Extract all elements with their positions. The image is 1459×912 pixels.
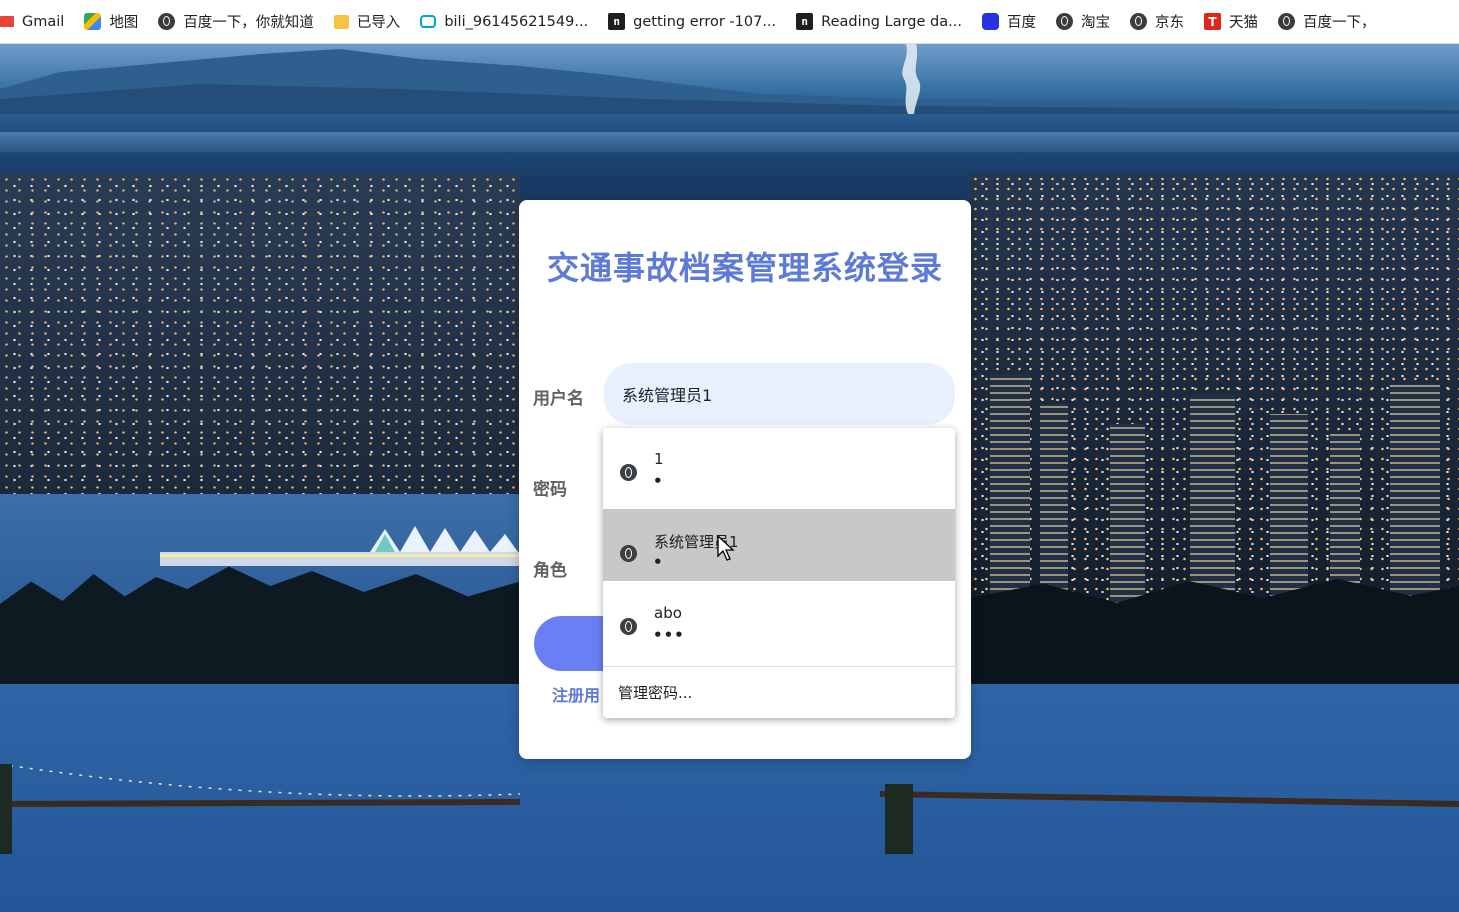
globe-icon xyxy=(1055,13,1073,30)
tmall-icon: T xyxy=(1203,13,1221,30)
globe-icon xyxy=(620,545,637,562)
far-bay xyxy=(0,132,1459,152)
autofill-username: 1 xyxy=(654,450,664,468)
bookmark-label: 天猫 xyxy=(1228,15,1258,31)
bookmark-label: 百度 xyxy=(1006,15,1036,31)
autofill-password-mask: • xyxy=(653,472,664,490)
globe-icon xyxy=(1277,13,1295,30)
bookmark-label: bili_96145621549... xyxy=(444,13,589,30)
autofill-password-mask: ••• xyxy=(653,626,685,644)
dropdown-divider xyxy=(603,666,955,667)
bilibili-icon xyxy=(420,15,437,28)
manage-passwords-link[interactable]: 管理密码... xyxy=(618,682,692,703)
bookmark-label: 百度一下，你就知道 xyxy=(183,15,314,31)
bookmark-baidu-search[interactable]: 百度一下，你就知道 xyxy=(149,0,325,43)
maps-icon xyxy=(84,13,102,30)
mouse-cursor-icon xyxy=(717,535,735,561)
folder-icon xyxy=(333,14,349,29)
n-logo-icon: n xyxy=(608,13,626,30)
bookmark-maps[interactable]: 地图 xyxy=(75,0,149,43)
autofill-username: abo xyxy=(654,604,682,622)
mountains xyxy=(0,49,1459,114)
bookmark-label: 淘宝 xyxy=(1080,15,1110,31)
bookmark-tmall[interactable]: T 天猫 xyxy=(1195,0,1269,43)
canada-place-sails xyxy=(160,526,520,566)
city-skyline-right xyxy=(970,174,1459,604)
smoke-plume xyxy=(902,44,921,114)
city-lights-left xyxy=(0,174,520,544)
globe-icon xyxy=(158,13,176,30)
username-value: 系统管理员1 xyxy=(622,386,713,405)
username-input[interactable]: 系统管理员1 xyxy=(604,363,955,425)
password-label: 密码 xyxy=(533,480,567,500)
bookmark-taobao[interactable]: 淘宝 xyxy=(1047,0,1121,43)
role-label: 角色 xyxy=(533,561,567,581)
globe-icon xyxy=(1129,13,1147,30)
autofill-option[interactable]: 1 • xyxy=(603,428,955,500)
bookmark-reading-large[interactable]: n Reading Large da... xyxy=(787,0,973,43)
gmail-icon xyxy=(0,16,14,27)
autofill-password-mask: • xyxy=(653,553,664,571)
bridge xyxy=(0,764,1459,854)
username-label: 用户名 xyxy=(533,389,584,409)
bookmark-label: 京东 xyxy=(1154,15,1184,31)
bookmarks-bar: Gmail 地图 百度一下，你就知道 已导入 bili_96145621549.… xyxy=(0,0,1459,44)
bookmark-label: Gmail xyxy=(22,13,65,30)
bookmark-label: 已导入 xyxy=(356,15,401,31)
bookmark-jd[interactable]: 京东 xyxy=(1121,0,1195,43)
bookmark-getting-error[interactable]: n getting error -107... xyxy=(599,0,787,43)
bookmark-baidu-search-2[interactable]: 百度一下， xyxy=(1269,0,1387,43)
bookmark-baidu[interactable]: 百度 xyxy=(973,0,1047,43)
bookmark-label: 百度一下， xyxy=(1302,15,1376,31)
autofill-dropdown: 1 • 系统管理员1 • abo ••• 管理密码... xyxy=(603,428,955,718)
globe-icon xyxy=(620,464,637,481)
globe-icon xyxy=(620,618,637,635)
bookmark-imported-folder[interactable]: 已导入 xyxy=(325,0,412,43)
n-logo-icon: n xyxy=(796,13,814,30)
bookmark-label: 地图 xyxy=(109,15,139,31)
baidu-icon xyxy=(981,13,999,30)
bookmark-gmail[interactable]: Gmail xyxy=(0,0,75,43)
page-title: 交通事故档案管理系统登录 xyxy=(546,249,943,287)
bookmark-label: getting error -107... xyxy=(633,13,777,30)
register-link[interactable]: 注册用 xyxy=(552,682,600,706)
bookmark-label: Reading Large da... xyxy=(821,13,962,30)
bookmark-bilibili[interactable]: bili_96145621549... xyxy=(411,0,599,43)
autofill-option[interactable]: abo ••• xyxy=(603,582,955,654)
autofill-option-highlighted[interactable]: 系统管理员1 • xyxy=(603,509,955,581)
